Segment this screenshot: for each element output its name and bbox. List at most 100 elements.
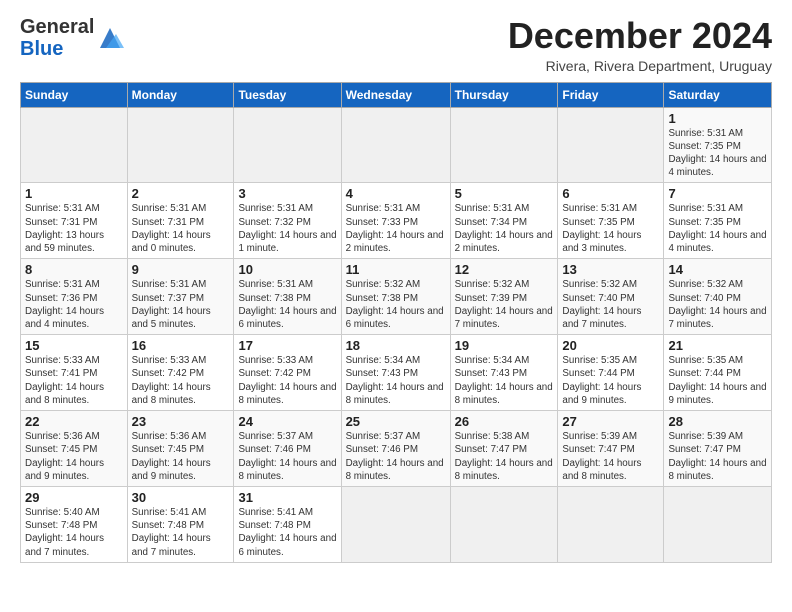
day-info: Sunrise: 5:31 AMSunset: 7:35 PMDaylight:… (668, 127, 767, 180)
calendar-cell: 31Sunrise: 5:41 AMSunset: 7:48 PMDayligh… (234, 486, 341, 562)
calendar-cell: 13Sunrise: 5:32 AMSunset: 7:40 PMDayligh… (558, 259, 664, 335)
day-info: Sunrise: 5:33 AMSunset: 7:42 PMDaylight:… (132, 354, 230, 407)
day-info: Sunrise: 5:33 AMSunset: 7:42 PMDaylight:… (238, 354, 336, 407)
week-row-3: 15Sunrise: 5:33 AMSunset: 7:41 PMDayligh… (21, 335, 772, 411)
day-info: Sunrise: 5:31 AMSunset: 7:35 PMDaylight:… (562, 202, 659, 255)
day-info: Sunrise: 5:31 AMSunset: 7:37 PMDaylight:… (132, 278, 230, 331)
day-number: 13 (562, 262, 659, 277)
day-number: 25 (346, 414, 446, 429)
calendar-cell: 22Sunrise: 5:36 AMSunset: 7:45 PMDayligh… (21, 411, 128, 487)
calendar: SundayMondayTuesdayWednesdayThursdayFrid… (20, 82, 772, 563)
calendar-cell (558, 107, 664, 183)
day-number: 16 (132, 338, 230, 353)
day-number: 5 (455, 186, 554, 201)
calendar-cell: 28Sunrise: 5:39 AMSunset: 7:47 PMDayligh… (664, 411, 772, 487)
calendar-cell: 21Sunrise: 5:35 AMSunset: 7:44 PMDayligh… (664, 335, 772, 411)
calendar-cell: 10Sunrise: 5:31 AMSunset: 7:38 PMDayligh… (234, 259, 341, 335)
day-number: 9 (132, 262, 230, 277)
calendar-cell: 4Sunrise: 5:31 AMSunset: 7:33 PMDaylight… (341, 183, 450, 259)
calendar-cell: 7Sunrise: 5:31 AMSunset: 7:35 PMDaylight… (664, 183, 772, 259)
day-number: 1 (668, 111, 767, 126)
calendar-cell: 15Sunrise: 5:33 AMSunset: 7:41 PMDayligh… (21, 335, 128, 411)
day-info: Sunrise: 5:31 AMSunset: 7:32 PMDaylight:… (238, 202, 336, 255)
day-info: Sunrise: 5:34 AMSunset: 7:43 PMDaylight:… (455, 354, 554, 407)
calendar-cell: 30Sunrise: 5:41 AMSunset: 7:48 PMDayligh… (127, 486, 234, 562)
calendar-cell: 6Sunrise: 5:31 AMSunset: 7:35 PMDaylight… (558, 183, 664, 259)
day-number: 6 (562, 186, 659, 201)
day-number: 8 (25, 262, 123, 277)
day-info: Sunrise: 5:40 AMSunset: 7:48 PMDaylight:… (25, 506, 123, 559)
logo-blue-text: Blue (20, 38, 63, 60)
calendar-cell: 3Sunrise: 5:31 AMSunset: 7:32 PMDaylight… (234, 183, 341, 259)
day-info: Sunrise: 5:37 AMSunset: 7:46 PMDaylight:… (238, 430, 336, 483)
day-number: 12 (455, 262, 554, 277)
day-of-week-thursday: Thursday (450, 82, 558, 107)
calendar-body: 1Sunrise: 5:31 AMSunset: 7:35 PMDaylight… (21, 107, 772, 562)
week-row-5: 29Sunrise: 5:40 AMSunset: 7:48 PMDayligh… (21, 486, 772, 562)
calendar-cell: 9Sunrise: 5:31 AMSunset: 7:37 PMDaylight… (127, 259, 234, 335)
day-number: 29 (25, 490, 123, 505)
logo-icon (96, 24, 124, 52)
calendar-cell (234, 107, 341, 183)
day-info: Sunrise: 5:36 AMSunset: 7:45 PMDaylight:… (25, 430, 123, 483)
calendar-cell: 24Sunrise: 5:37 AMSunset: 7:46 PMDayligh… (234, 411, 341, 487)
day-number: 19 (455, 338, 554, 353)
day-info: Sunrise: 5:33 AMSunset: 7:41 PMDaylight:… (25, 354, 123, 407)
week-row-2: 8Sunrise: 5:31 AMSunset: 7:36 PMDaylight… (21, 259, 772, 335)
day-info: Sunrise: 5:39 AMSunset: 7:47 PMDaylight:… (562, 430, 659, 483)
calendar-cell (450, 486, 558, 562)
logo: General Blue (20, 16, 124, 60)
calendar-cell: 12Sunrise: 5:32 AMSunset: 7:39 PMDayligh… (450, 259, 558, 335)
calendar-cell: 2Sunrise: 5:31 AMSunset: 7:31 PMDaylight… (127, 183, 234, 259)
day-number: 2 (132, 186, 230, 201)
calendar-cell: 16Sunrise: 5:33 AMSunset: 7:42 PMDayligh… (127, 335, 234, 411)
day-info: Sunrise: 5:36 AMSunset: 7:45 PMDaylight:… (132, 430, 230, 483)
title-block: December 2024 Rivera, Rivera Department,… (508, 16, 772, 74)
week-row-0: 1Sunrise: 5:31 AMSunset: 7:35 PMDaylight… (21, 107, 772, 183)
day-number: 4 (346, 186, 446, 201)
day-of-week-sunday: Sunday (21, 82, 128, 107)
day-info: Sunrise: 5:32 AMSunset: 7:40 PMDaylight:… (562, 278, 659, 331)
header: General Blue December 2024 Rivera, River… (20, 16, 772, 74)
calendar-cell: 1Sunrise: 5:31 AMSunset: 7:35 PMDaylight… (664, 107, 772, 183)
calendar-cell (450, 107, 558, 183)
calendar-cell: 29Sunrise: 5:40 AMSunset: 7:48 PMDayligh… (21, 486, 128, 562)
day-number: 22 (25, 414, 123, 429)
day-of-week-wednesday: Wednesday (341, 82, 450, 107)
calendar-cell: 25Sunrise: 5:37 AMSunset: 7:46 PMDayligh… (341, 411, 450, 487)
day-of-week-tuesday: Tuesday (234, 82, 341, 107)
day-number: 3 (238, 186, 336, 201)
day-number: 20 (562, 338, 659, 353)
day-info: Sunrise: 5:32 AMSunset: 7:40 PMDaylight:… (668, 278, 767, 331)
day-number: 15 (25, 338, 123, 353)
day-number: 10 (238, 262, 336, 277)
day-number: 24 (238, 414, 336, 429)
day-info: Sunrise: 5:41 AMSunset: 7:48 PMDaylight:… (132, 506, 230, 559)
day-info: Sunrise: 5:31 AMSunset: 7:35 PMDaylight:… (668, 202, 767, 255)
day-info: Sunrise: 5:31 AMSunset: 7:31 PMDaylight:… (25, 202, 123, 255)
calendar-cell: 14Sunrise: 5:32 AMSunset: 7:40 PMDayligh… (664, 259, 772, 335)
day-info: Sunrise: 5:34 AMSunset: 7:43 PMDaylight:… (346, 354, 446, 407)
calendar-cell (341, 107, 450, 183)
month-title: December 2024 (508, 16, 772, 56)
calendar-cell (127, 107, 234, 183)
day-info: Sunrise: 5:32 AMSunset: 7:38 PMDaylight:… (346, 278, 446, 331)
day-info: Sunrise: 5:38 AMSunset: 7:47 PMDaylight:… (455, 430, 554, 483)
day-number: 1 (25, 186, 123, 201)
day-info: Sunrise: 5:35 AMSunset: 7:44 PMDaylight:… (668, 354, 767, 407)
calendar-cell (664, 486, 772, 562)
calendar-cell: 18Sunrise: 5:34 AMSunset: 7:43 PMDayligh… (341, 335, 450, 411)
day-info: Sunrise: 5:39 AMSunset: 7:47 PMDaylight:… (668, 430, 767, 483)
day-number: 26 (455, 414, 554, 429)
calendar-cell: 17Sunrise: 5:33 AMSunset: 7:42 PMDayligh… (234, 335, 341, 411)
day-number: 7 (668, 186, 767, 201)
day-info: Sunrise: 5:32 AMSunset: 7:39 PMDaylight:… (455, 278, 554, 331)
day-number: 17 (238, 338, 336, 353)
location-subtitle: Rivera, Rivera Department, Uruguay (508, 58, 772, 74)
day-number: 14 (668, 262, 767, 277)
calendar-cell: 20Sunrise: 5:35 AMSunset: 7:44 PMDayligh… (558, 335, 664, 411)
day-info: Sunrise: 5:31 AMSunset: 7:38 PMDaylight:… (238, 278, 336, 331)
day-number: 31 (238, 490, 336, 505)
day-info: Sunrise: 5:37 AMSunset: 7:46 PMDaylight:… (346, 430, 446, 483)
calendar-cell (21, 107, 128, 183)
